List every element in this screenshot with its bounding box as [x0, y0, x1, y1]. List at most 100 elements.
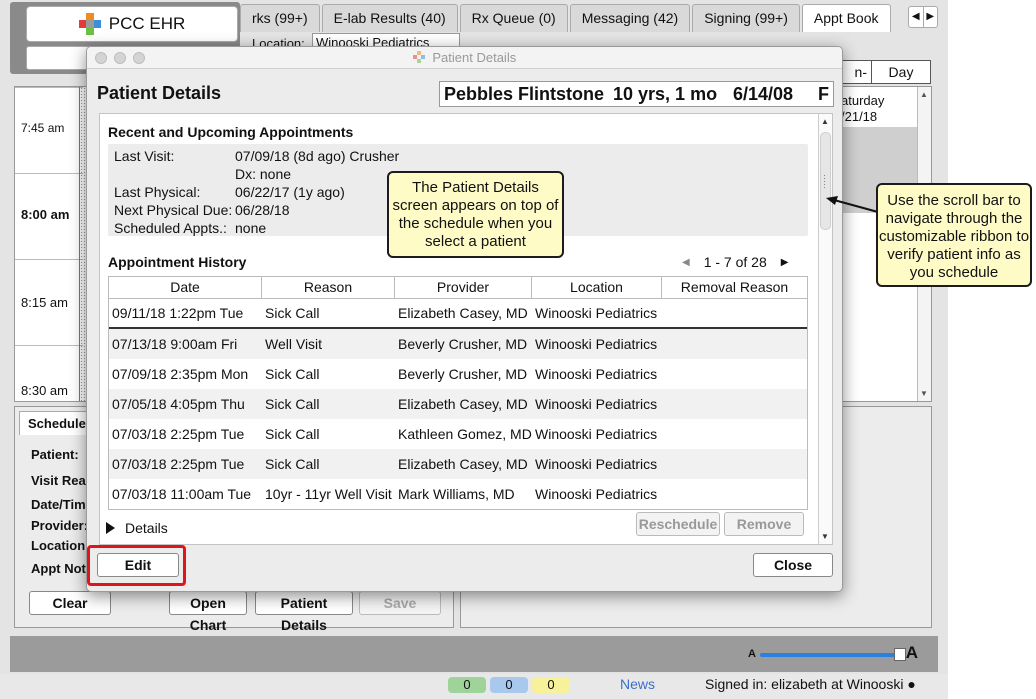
view-day-button[interactable]: Day [871, 60, 931, 84]
status-badge-yellow[interactable]: 0 [532, 677, 570, 693]
save-button[interactable]: Save [359, 591, 441, 615]
table-row[interactable]: 07/03/18 2:25pm Tue Sick Call Kathleen Gom… [109, 419, 807, 449]
tab-scroll-arrows: ◀ ▶ [908, 6, 938, 28]
table-row[interactable]: 07/09/18 2:35pm Mon Sick Call Beverly Crus… [109, 359, 807, 389]
pager-next-icon[interactable]: ▶ [781, 257, 789, 268]
table-cell: Sick Call [265, 456, 320, 472]
view-buttons: n-Fri Day [838, 60, 931, 102]
table-cell: Winooski Pediatrics [535, 305, 658, 321]
dialog-title: Patient Details [432, 50, 517, 65]
table-cell: Mark Williams, MD [398, 486, 515, 502]
table-cell: Winooski Pediatrics [535, 336, 658, 352]
tab-right-arrow-icon[interactable]: ▶ [922, 7, 938, 27]
scrollbar-callout: Use the scroll bar to navigate through t… [876, 183, 1032, 287]
tab-messaging[interactable]: Messaging (42) [569, 4, 691, 32]
appointment-history-table: Date Reason Provider Location Removal Re… [108, 276, 808, 510]
table-cell: Sick Call [265, 396, 320, 412]
table-row[interactable]: 07/03/18 2:25pm Tue Sick Call Elizabeth Ca… [109, 449, 807, 479]
table-row[interactable]: 07/05/18 4:05pm Thu Sick Call Elizabeth Ca… [109, 389, 807, 419]
clear-button[interactable]: Clear [29, 591, 111, 615]
pcc-plus-icon [78, 13, 101, 35]
status-badge-blue[interactable]: 0 [490, 677, 528, 693]
form-label: Appt Not [31, 561, 86, 576]
table-cell: Winooski Pediatrics [535, 396, 658, 412]
table-cell: Winooski Pediatrics [535, 426, 658, 442]
table-cell: 07/05/18 4:05pm Thu [112, 396, 245, 412]
tab-elab-results[interactable]: E-lab Results (40) [321, 4, 458, 32]
table-cell: Well Visit [265, 336, 323, 352]
table-cell: 10yr - 11yr Well Visit [265, 486, 392, 502]
patient-sex: F [818, 84, 829, 104]
column-header-location[interactable]: Location [532, 277, 662, 298]
column-header-date[interactable]: Date [109, 277, 262, 298]
time-slot-label: 7:45 am [21, 121, 65, 135]
column-header-removal-reason[interactable]: Removal Reason [662, 277, 807, 298]
table-cell: Elizabeth Casey, MD [398, 456, 528, 472]
patient-banner: Pebbles Flintstone 10 yrs, 1 mo 6/14/08 … [439, 81, 834, 107]
table-body: 09/11/18 1:22pm Tue Sick Call Elizabeth Ca… [109, 299, 807, 509]
scroll-down-icon[interactable]: ▼ [821, 532, 829, 541]
recent-value: Dx: none [235, 166, 292, 182]
patient-dob: 6/14/08 [733, 84, 794, 104]
table-cell: 07/03/18 2:25pm Tue [112, 426, 245, 442]
appointment-history-title: Appointment History [108, 254, 247, 270]
recent-appointments-title: Recent and Upcoming Appointments [108, 124, 354, 140]
patient-name: Pebbles Flintstone [444, 84, 605, 104]
details-label: Details [125, 520, 168, 536]
table-cell: 07/03/18 2:25pm Tue [112, 456, 245, 472]
table-row[interactable]: 07/13/18 9:00am Fri Well Visit Beverly Cru… [109, 329, 807, 359]
pager-text: 1 - 7 of 28 [703, 254, 767, 270]
pager-prev-icon[interactable]: ◀ [682, 257, 690, 268]
tab-signing[interactable]: Signing (99+) [692, 4, 800, 32]
tab-left-arrow-icon[interactable]: ◀ [909, 7, 923, 27]
font-small-label: A [748, 648, 756, 660]
tab-rx-queue[interactable]: Rx Queue (0) [459, 4, 568, 32]
table-cell: Beverly Crusher, MD [398, 366, 528, 382]
page-title: Patient Details [97, 83, 222, 103]
view-mon-fri-button[interactable]: n-Fri [838, 60, 872, 102]
time-slot-label: 8:00 am [21, 207, 70, 222]
scroll-up-icon[interactable]: ▲ [821, 117, 829, 126]
news-link[interactable]: News [620, 676, 655, 692]
table-cell: Elizabeth Casey, MD [398, 305, 528, 321]
recent-label: Scheduled Appts.: [114, 220, 227, 236]
main-tabs: rks (99+) E-lab Results (40) Rx Queue (0… [240, 4, 893, 32]
table-row[interactable]: 09/11/18 1:22pm Tue Sick Call Elizabeth Ca… [109, 299, 807, 329]
time-slot-label: 8:15 am [21, 295, 68, 310]
pcc-plus-icon [412, 51, 425, 63]
column-header-reason[interactable]: Reason [262, 277, 395, 298]
close-button[interactable]: Close [753, 553, 833, 577]
status-badge-green[interactable]: 0 [448, 677, 486, 693]
font-size-slider[interactable]: A A [748, 643, 918, 662]
details-callout: The Patient Details screen appears on to… [387, 171, 564, 258]
details-scrollbar[interactable]: ▲ ▼ [818, 114, 832, 544]
tab-tasks[interactable]: rks (99+) [240, 4, 320, 32]
recent-value: 07/09/18 (8d ago) Crusher [235, 148, 400, 164]
pcc-logo-button[interactable]: PCC EHR [26, 6, 238, 42]
table-cell: 07/13/18 9:00am Fri [112, 336, 238, 352]
scrollbar-grip-icon [823, 174, 827, 188]
column-header-provider[interactable]: Provider [395, 277, 532, 298]
edit-button-highlight [87, 545, 186, 586]
open-chart-button[interactable]: Open Chart [169, 591, 247, 633]
scroll-down-icon[interactable]: ▼ [920, 389, 928, 398]
tab-appt-book[interactable]: Appt Book [801, 4, 891, 32]
time-slot-label: 8:30 am [21, 383, 68, 398]
patient-details-button[interactable]: Patient Details [255, 591, 353, 633]
slider-handle[interactable] [894, 648, 906, 661]
table-cell: Sick Call [265, 366, 320, 382]
reschedule-button[interactable]: Reschedule [636, 512, 720, 536]
form-label: Patient: [31, 447, 79, 462]
table-cell: 09/11/18 1:22pm Tue [112, 305, 244, 321]
scroll-up-icon[interactable]: ▲ [920, 90, 928, 99]
table-row[interactable]: 07/03/18 11:00am Tue 10yr - 11yr Well Vis… [109, 479, 807, 509]
details-disclosure[interactable]: Details [106, 520, 168, 536]
recent-value: 06/22/17 (1y ago) [235, 184, 345, 200]
font-large-label: A [905, 643, 918, 662]
recent-label: Next Physical Due: [114, 202, 233, 218]
table-cell: Winooski Pediatrics [535, 366, 658, 382]
remove-button[interactable]: Remove [724, 512, 804, 536]
callout-arrow-icon [826, 196, 879, 213]
dialog-titlebar: Patient Details [87, 47, 842, 69]
recent-value: 06/28/18 [235, 202, 290, 218]
